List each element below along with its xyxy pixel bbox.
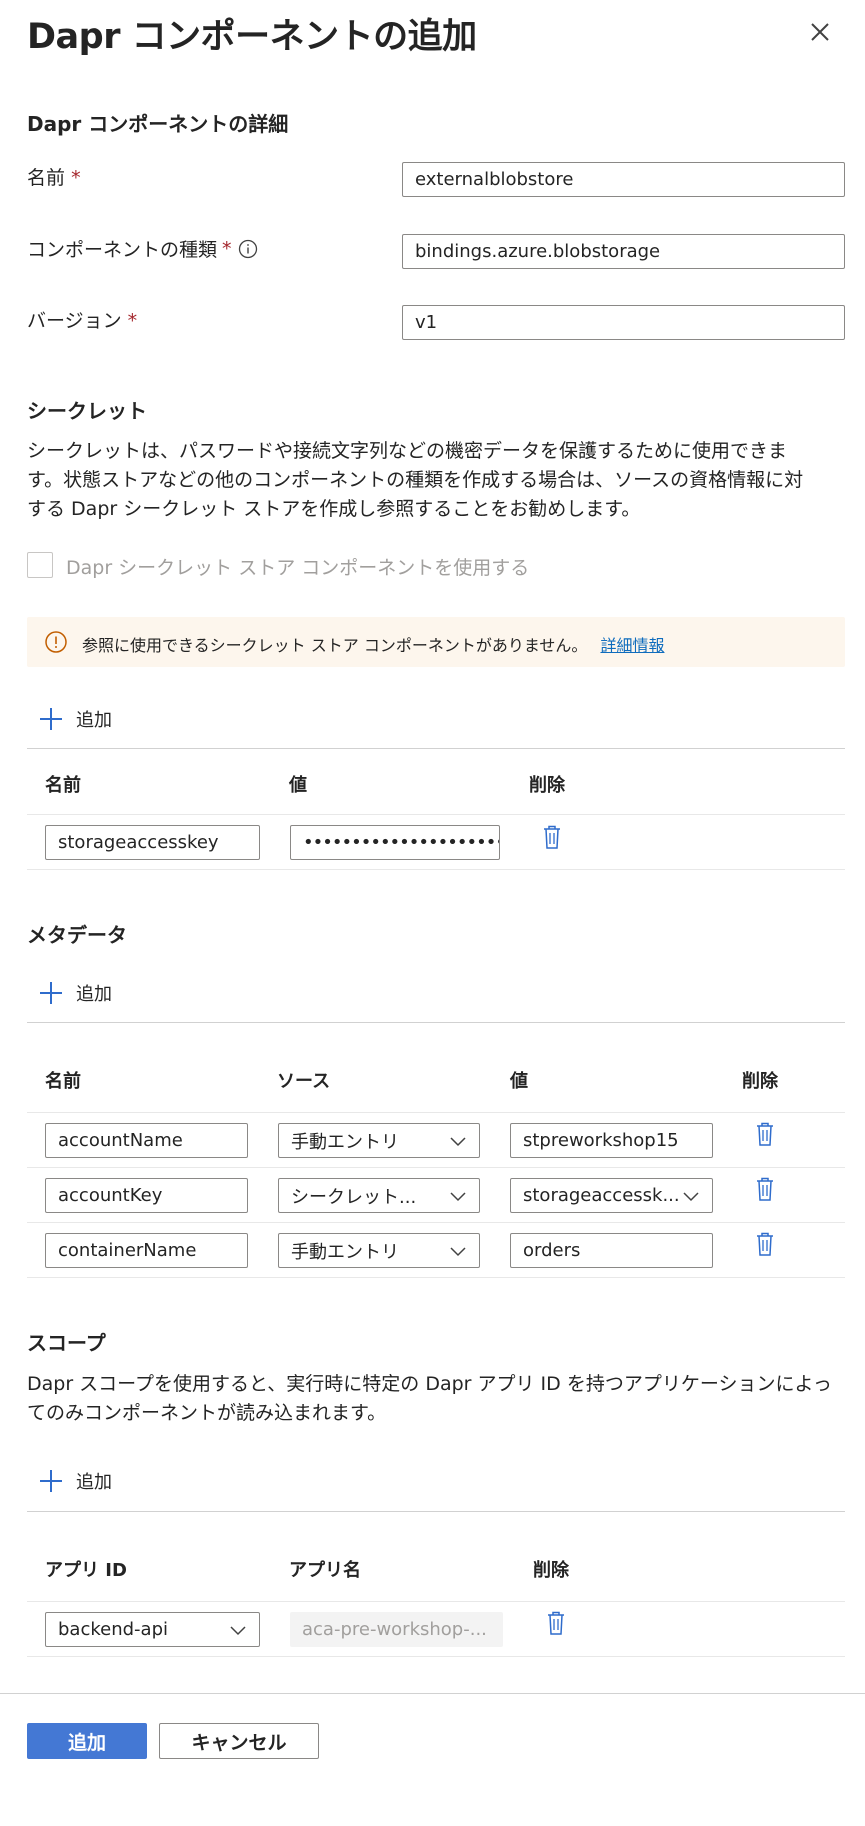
metadata-col-name: 名前	[45, 1071, 81, 1092]
scope-description: Dapr スコープを使用すると、実行時に特定の Dapr アプリ ID を持つア…	[27, 1370, 847, 1428]
add-metadata-button[interactable]: 追加	[38, 980, 112, 1006]
add-scope-label: 追加	[76, 1472, 112, 1493]
divider	[27, 869, 845, 870]
metadata-value-dropdown[interactable]: storageaccessk...	[510, 1178, 713, 1213]
chevron-down-icon	[683, 1191, 699, 1201]
divider	[27, 1167, 845, 1168]
required-mark: *	[71, 167, 81, 189]
secret-store-checkbox-label: Dapr シークレット ストア コンポーネントを使用する	[66, 557, 530, 579]
warning-text: 参照に使用できるシークレット ストア コンポーネントがありません。 詳細情報	[82, 632, 664, 656]
secrets-desc-line: する Dapr シークレット ストアを作成し参照することをお勧めします。	[27, 498, 641, 520]
trash-icon[interactable]	[755, 1231, 775, 1257]
scope-desc-line: Dapr スコープを使用すると、実行時に特定の Dapr アプリ ID を持つア…	[27, 1373, 832, 1395]
divider	[27, 1112, 845, 1113]
metadata-col-source: ソース	[277, 1071, 331, 1092]
name-label: 名前 *	[27, 163, 81, 190]
divider	[27, 1656, 845, 1657]
add-scope-button[interactable]: 追加	[38, 1468, 112, 1494]
secrets-desc-line: シークレットは、パスワードや接続文字列などの機密データを保護するために使用できま	[27, 440, 788, 462]
metadata-col-value: 値	[510, 1071, 528, 1092]
required-mark: *	[127, 310, 138, 332]
scope-desc-line: てのみコンポーネントが読み込まれます。	[27, 1402, 387, 1424]
metadata-source-dropdown[interactable]: 手動エントリ	[278, 1233, 480, 1268]
version-label: バージョン *	[27, 306, 137, 333]
metadata-source-value: 手動エントリ	[291, 1131, 399, 1153]
trash-icon[interactable]	[546, 1610, 566, 1636]
chevron-down-icon	[450, 1246, 466, 1256]
panel-title: Dapr コンポーネントの追加	[27, 17, 477, 57]
chevron-down-icon	[230, 1625, 246, 1635]
secrets-heading: シークレット	[27, 399, 147, 423]
app-id-value: backend-api	[58, 1619, 168, 1640]
version-field[interactable]: v1	[402, 305, 845, 340]
add-button[interactable]: 追加	[27, 1723, 147, 1759]
secrets-col-value: 値	[289, 775, 307, 796]
footer-divider	[0, 1693, 865, 1694]
divider	[27, 1601, 845, 1602]
metadata-source-dropdown[interactable]: シークレット...	[278, 1178, 480, 1213]
plus-icon	[40, 708, 62, 730]
trash-icon[interactable]	[755, 1121, 775, 1147]
add-metadata-label: 追加	[76, 984, 112, 1005]
scope-heading: スコープ	[27, 1331, 106, 1355]
required-mark: *	[222, 237, 232, 260]
add-secret-button[interactable]: 追加	[38, 706, 112, 732]
secret-store-checkbox[interactable]	[27, 552, 53, 578]
metadata-col-delete: 削除	[742, 1071, 778, 1092]
app-name-field: aca-pre-workshop-...	[290, 1612, 503, 1647]
metadata-source-dropdown[interactable]: 手動エントリ	[278, 1123, 480, 1158]
metadata-name-input[interactable]: containerName	[45, 1233, 248, 1268]
plus-icon	[40, 1470, 62, 1492]
trash-icon[interactable]	[755, 1176, 775, 1202]
scope-col-app-id: アプリ ID	[45, 1560, 127, 1581]
secrets-desc-line: す。状態ストアなどの他のコンポーネントの種類を作成する場合は、ソースの資格情報に…	[27, 469, 804, 491]
type-label-text: コンポーネントの種類	[27, 239, 218, 261]
secrets-col-name: 名前	[45, 775, 81, 796]
divider	[27, 814, 845, 815]
scope-col-delete: 削除	[533, 1560, 569, 1581]
trash-icon[interactable]	[542, 824, 562, 850]
version-label-text: バージョン	[27, 310, 122, 332]
name-field[interactable]: externalblobstore	[402, 162, 845, 197]
metadata-name-input[interactable]: accountKey	[45, 1178, 248, 1213]
metadata-source-value: シークレット...	[291, 1186, 417, 1208]
metadata-value-input[interactable]: orders	[510, 1233, 713, 1268]
warning-text-body: 参照に使用できるシークレット ストア コンポーネントがありません。	[82, 636, 588, 655]
component-type-field[interactable]: bindings.azure.blobstorage	[402, 234, 845, 269]
secret-name-input[interactable]: storageaccesskey	[45, 825, 260, 860]
chevron-down-icon	[450, 1136, 466, 1146]
metadata-source-value: 手動エントリ	[291, 1241, 399, 1263]
metadata-value-selected: storageaccessk...	[523, 1185, 680, 1206]
divider	[27, 1511, 845, 1512]
app-id-dropdown[interactable]: backend-api	[45, 1612, 260, 1647]
type-label: コンポーネントの種類 *	[27, 235, 258, 262]
chevron-down-icon	[450, 1191, 466, 1201]
metadata-value-input[interactable]: stpreworkshop15	[510, 1123, 713, 1158]
info-icon[interactable]	[238, 239, 258, 259]
divider	[27, 1022, 845, 1023]
warning-icon	[44, 630, 68, 658]
secrets-col-delete: 削除	[529, 775, 565, 796]
secrets-description: シークレットは、パスワードや接続文字列などの機密データを保護するために使用できま…	[27, 437, 847, 524]
name-label-text: 名前	[27, 167, 66, 189]
close-icon[interactable]	[806, 18, 834, 46]
metadata-name-input[interactable]: accountName	[45, 1123, 248, 1158]
secret-value-input[interactable]: ••••••••••••••••••••••...	[290, 825, 500, 860]
divider	[27, 1277, 845, 1278]
scope-col-app-name: アプリ名	[289, 1560, 361, 1581]
cancel-button[interactable]: キャンセル	[159, 1723, 319, 1759]
learn-more-link[interactable]: 詳細情報	[600, 636, 664, 655]
plus-icon	[40, 982, 62, 1004]
add-secret-label: 追加	[76, 710, 112, 731]
details-heading: Dapr コンポーネントの詳細	[27, 112, 289, 136]
metadata-heading: メタデータ	[27, 923, 127, 947]
divider	[27, 748, 845, 749]
divider	[27, 1222, 845, 1223]
